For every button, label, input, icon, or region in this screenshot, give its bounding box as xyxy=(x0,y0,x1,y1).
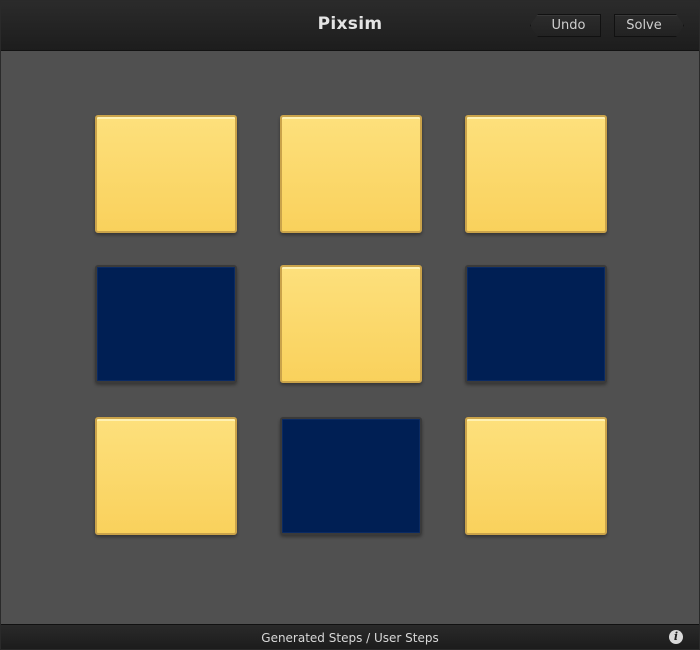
solve-button[interactable]: Solve xyxy=(614,14,684,37)
tile-r2-c3[interactable] xyxy=(465,265,607,383)
game-board xyxy=(1,51,699,625)
tile-r2-c2[interactable] xyxy=(280,265,422,383)
title-bar: Pixsim Undo Solve xyxy=(1,1,699,51)
tile-r1-c1[interactable] xyxy=(95,115,237,233)
tile-r3-c2[interactable] xyxy=(280,417,422,535)
tile-r3-c3[interactable] xyxy=(465,417,607,535)
tile-r2-c1[interactable] xyxy=(95,265,237,383)
app-window: Pixsim Undo Solve Generated Steps / User… xyxy=(0,0,700,650)
info-icon[interactable]: i xyxy=(669,630,683,644)
status-text: Generated Steps / User Steps xyxy=(261,631,439,645)
tile-r3-c1[interactable] xyxy=(95,417,237,535)
status-bar: Generated Steps / User Steps i xyxy=(1,624,699,649)
tile-r1-c2[interactable] xyxy=(280,115,422,233)
undo-button[interactable]: Undo xyxy=(530,14,601,37)
tile-r1-c3[interactable] xyxy=(465,115,607,233)
